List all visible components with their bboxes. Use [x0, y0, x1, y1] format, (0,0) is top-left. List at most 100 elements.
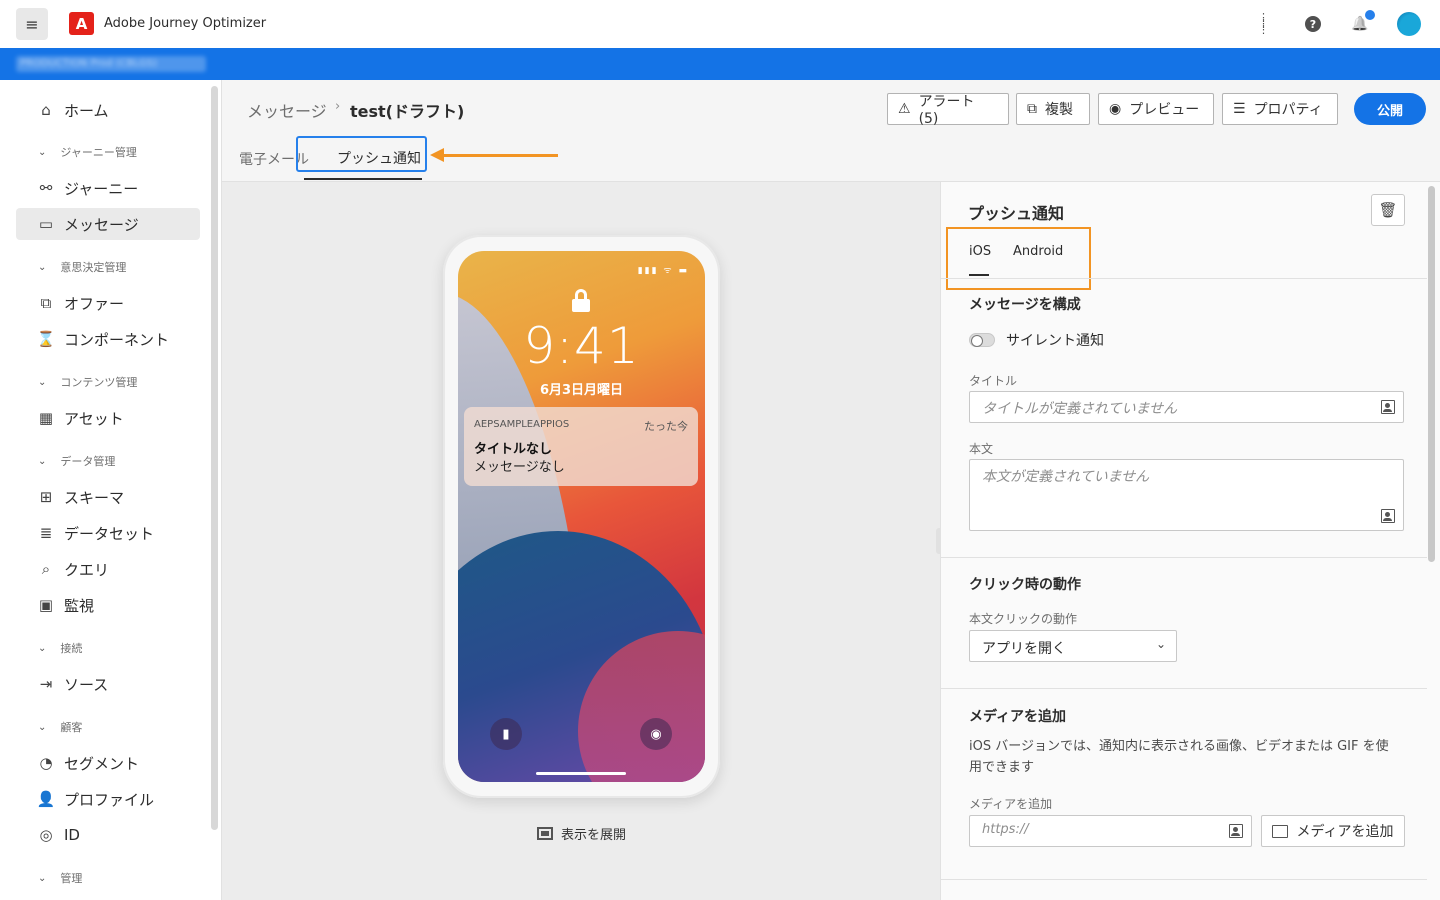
duplicate-button[interactable]: ⧉ 複製 [1016, 93, 1090, 125]
sidebar-item-icon: ≣ [39, 524, 53, 542]
sidebar-item-icon: ◎ [39, 826, 53, 844]
breadcrumb-parent[interactable]: メッセージ [247, 98, 327, 122]
eye-icon: ◉ [1109, 101, 1122, 117]
org-switcher[interactable]: PRODUCTION Prod (CBLGS) [16, 56, 206, 72]
sidebar-item[interactable]: ⇥ ソース [16, 668, 200, 700]
chevron-down-icon: ⌄ [38, 721, 47, 733]
sidebar-item-label: ソース [64, 675, 109, 694]
sidebar-section-label: 顧客 [60, 721, 83, 734]
personalization-icon[interactable] [1229, 824, 1243, 838]
page-title: test(ドラフト) [350, 102, 465, 121]
sidebar-item[interactable]: ▭ メッセージ [16, 208, 200, 240]
lock-screen-date: 6月3日月曜日 [539, 383, 624, 398]
chevron-down-icon: ⌄ [38, 455, 47, 467]
sidebar-item[interactable]: ◔ セグメント [16, 747, 200, 779]
sidebar-section-header[interactable]: ⌄ コンテンツ管理 [38, 374, 137, 390]
sidebar-item-icon: ⌂ [41, 101, 51, 119]
trash-icon: 🗑 [1378, 201, 1398, 219]
sidebar-item[interactable]: 👤 プロファイル [16, 783, 200, 815]
home-indicator [536, 772, 626, 775]
help-button[interactable]: ? [1302, 13, 1324, 35]
delete-button[interactable]: 🗑 [1371, 194, 1405, 226]
media-url-field[interactable]: https:// [969, 815, 1252, 847]
tab-selected-indicator [304, 178, 422, 180]
notifications-button[interactable]: 🔔 [1349, 10, 1375, 35]
sidebar-item[interactable]: ⧉ オファー [16, 287, 200, 319]
click-behavior-dropdown[interactable]: アプリを開く ⌄ [969, 630, 1177, 662]
panel-title: プッシュ通知 [968, 204, 1065, 223]
sidebar-item[interactable]: ▦ アセット [16, 402, 200, 434]
tab-ios[interactable]: iOS [969, 244, 991, 259]
sidebar-item[interactable]: ⌂ ホーム [16, 94, 200, 126]
sidebar-item-icon: ⚯ [39, 179, 53, 197]
sidebar-section-header[interactable]: ⌄ 意思決定管理 [38, 259, 126, 275]
sidebar-item[interactable]: ⌕ クエリ [16, 553, 200, 585]
sidebar-item-icon: ◔ [39, 754, 53, 772]
sidebar-section-label: 接続 [60, 642, 83, 655]
properties-button[interactable]: ☰ プロパティ [1222, 93, 1338, 125]
apps-grid-icon[interactable]: ⋮⋮⋮ [1254, 12, 1276, 35]
phone-mockup: ▮▮▮ ᯤ ▬ 9:41 6月3日月曜日 AEPSAMPLEAPPIOS たった… [443, 235, 720, 798]
adobe-logo: A [69, 12, 94, 35]
sidebar-section-header[interactable]: ⌄ データ管理 [38, 453, 115, 469]
sidebar-item-icon: ⌛ [36, 330, 56, 348]
sidebar-section-label: データ管理 [60, 455, 116, 468]
divider [941, 278, 1427, 279]
divider [941, 557, 1427, 558]
sidebar-section-header[interactable]: ⌄ ジャーニー管理 [38, 144, 137, 160]
sidebar-item[interactable]: ◎ ID [16, 819, 200, 851]
silent-notification-label: サイレント通知 [1006, 333, 1104, 349]
sidebar-scrollbar[interactable] [211, 86, 218, 830]
user-avatar[interactable] [1397, 12, 1421, 36]
personalization-icon[interactable] [1381, 509, 1395, 523]
compose-section-title: メッセージを構成 [969, 297, 1081, 313]
chevron-down-icon: ⌄ [38, 376, 47, 388]
sidebar-item-icon: ▭ [38, 215, 54, 233]
message-header: メッセージ › test(ドラフト) ⚠ アラート (5) ⧉ 複製 ◉ プレビュー … [222, 80, 1440, 182]
sidebar-section-header[interactable]: ⌄ 管理 [38, 870, 82, 886]
sidebar-item[interactable]: ≣ データセット [16, 517, 200, 549]
sidebar-item-icon: 👤 [36, 790, 56, 808]
sidebar-item-label: ジャーニー [64, 179, 139, 198]
expand-icon [537, 827, 553, 840]
sidebar-section-header[interactable]: ⌄ 接続 [38, 640, 82, 656]
publish-button[interactable]: 公開 [1354, 93, 1426, 125]
hamburger-menu-button[interactable]: ≡ [16, 8, 48, 40]
body-field[interactable]: 本文が定義されていません [969, 459, 1404, 531]
status-bar-icons: ▮▮▮ ᯤ ▬ [637, 266, 689, 276]
properties-icon: ☰ [1233, 101, 1246, 117]
sidebar-item[interactable]: ⚯ ジャーニー [16, 172, 200, 204]
properties-panel: プッシュ通知 🗑 iOS Android メッセージを構成 サイレント通知 タイ… [940, 182, 1440, 900]
add-image-icon [1272, 824, 1289, 838]
silent-notification-toggle[interactable] [969, 333, 995, 347]
tab-push[interactable]: プッシュ通知 [337, 148, 421, 168]
push-notification-preview: AEPSAMPLEAPPIOS たった今 タイトルなし メッセージなし [464, 407, 698, 486]
expand-view-button[interactable]: 表示を展開 [537, 824, 626, 843]
sidebar-item-label: クエリ [64, 560, 110, 579]
body-label: 本文 [969, 442, 994, 456]
sidebar-section-label: ジャーニー管理 [60, 146, 137, 159]
sidebar-section-header[interactable]: ⌄ 顧客 [38, 719, 82, 735]
sidebar-item-label: 監視 [64, 596, 95, 615]
title-label: タイトル [969, 374, 1018, 388]
sidebar-item-label: データセット [64, 524, 155, 543]
preview-button[interactable]: ◉ プレビュー [1098, 93, 1214, 125]
alert-icon: ⚠ [898, 101, 911, 117]
sidebar-item[interactable]: ⌛ コンポーネント [16, 323, 200, 355]
alerts-button[interactable]: ⚠ アラート (5) [887, 93, 1009, 127]
sidebar-item-label: ID [64, 826, 80, 844]
sidebar-item-icon: ⇥ [39, 675, 53, 693]
sidebar-item-label: セグメント [64, 754, 140, 773]
add-media-button[interactable]: メディアを追加 [1261, 815, 1405, 847]
notification-app-name: AEPSAMPLEAPPIOS [474, 419, 570, 430]
callout-arrow-line [442, 154, 558, 157]
panel-scrollbar[interactable] [1428, 186, 1435, 562]
personalization-icon[interactable] [1381, 400, 1395, 414]
title-field[interactable]: タイトルが定義されていません [969, 391, 1404, 423]
tab-android[interactable]: Android [1013, 244, 1063, 259]
click-behavior-title: クリック時の動作 [969, 577, 1081, 593]
sidebar-item-icon: ⌕ [41, 560, 51, 578]
sidebar-item[interactable]: ▣ 監視 [16, 589, 200, 621]
sidebar-section-label: コンテンツ管理 [60, 376, 138, 389]
sidebar-item[interactable]: ⊞ スキーマ [16, 481, 200, 513]
